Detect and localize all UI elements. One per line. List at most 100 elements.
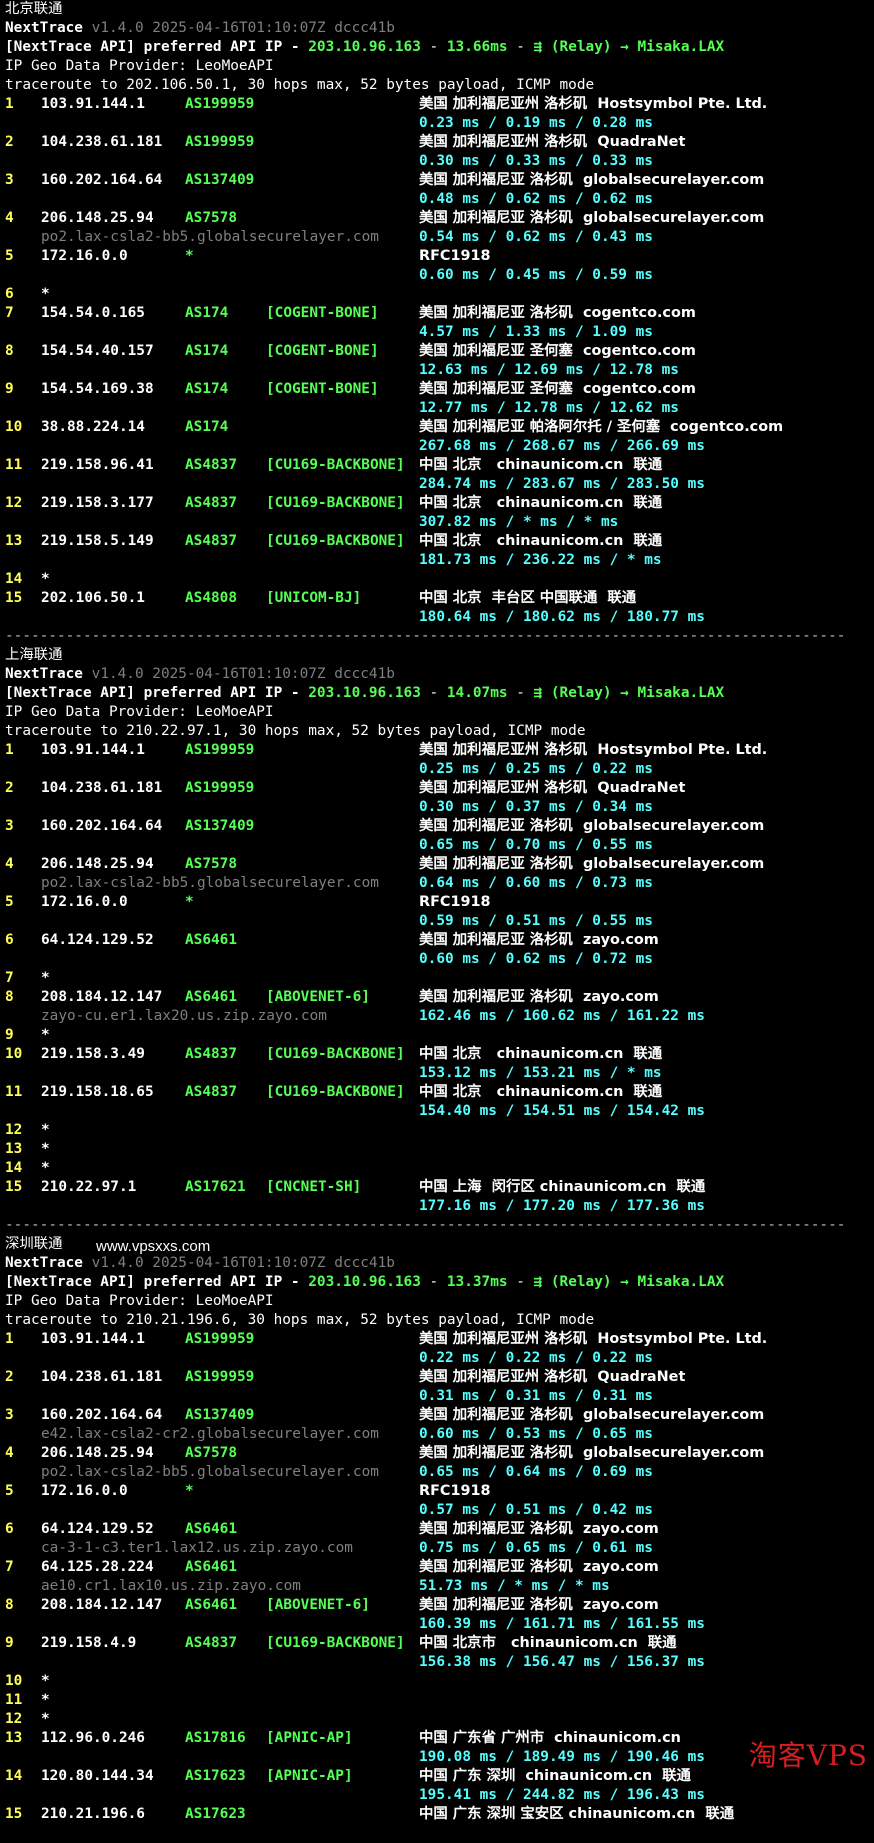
hop-number: 4	[5, 856, 14, 872]
traceroute-line: traceroute to 210.22.97.1, 30 hops max, …	[5, 722, 874, 741]
app-version: v1.4.0 2025-04-16T01:10:07Z dccc41b	[91, 1255, 395, 1271]
hop-row: 2 104.238.61.181 AS199959 美国 加利福尼亚州 洛杉矶 Qua…	[5, 133, 874, 152]
hop-number: 14	[5, 571, 23, 587]
hop-number: 7	[5, 970, 14, 986]
hop-detail-row: 0.48 ms / 0.62 ms / 0.62 ms	[5, 190, 874, 209]
hop-tag: [CU169-BACKBONE]	[266, 1084, 405, 1100]
hop-timeout: *	[41, 1673, 50, 1689]
hop-rtt: 180.64 ms / 180.62 ms / 180.77 ms	[419, 609, 705, 625]
hop-ip: 160.202.164.64	[41, 172, 163, 188]
api-prefix: [NextTrace API] preferred API IP -	[5, 685, 309, 701]
hop-number: 6	[5, 286, 14, 302]
hop-geo: 中国 北京 chinaunicom.cn 联通	[419, 533, 663, 549]
hop-tag: [UNICOM-BJ]	[266, 590, 362, 606]
hop-number: 3	[5, 818, 14, 834]
api-latency: 13.66ms	[446, 39, 508, 55]
hop-number: 4	[5, 210, 14, 226]
hop-asn: *	[185, 894, 194, 910]
hop-ip: 206.148.25.94	[41, 1445, 154, 1461]
hop-ip: 64.125.28.224	[41, 1559, 154, 1575]
hop-geo: 美国 加利福尼亚州 洛杉矶 QuadraNet	[419, 1369, 686, 1385]
hop-number: 9	[5, 1635, 14, 1651]
hop-ip: 154.54.0.165	[41, 305, 145, 321]
app-version-line: NextTrace v1.4.0 2025-04-16T01:10:07Z dc…	[5, 1254, 874, 1273]
hop-ip: 103.91.144.1	[41, 1331, 145, 1347]
logo-watermark: 淘客VPS	[748, 1739, 868, 1772]
hop-row: 14 *	[5, 1159, 874, 1178]
app-name: NextTrace	[5, 1255, 83, 1271]
hop-ip: 160.202.164.64	[41, 818, 163, 834]
hop-rtt: 0.65 ms / 0.70 ms / 0.55 ms	[419, 837, 653, 853]
traceroute-command: traceroute to 210.21.196.6, 30 hops max,…	[5, 1312, 595, 1328]
geo-provider: IP Geo Data Provider: LeoMoeAPI	[5, 704, 274, 720]
hop-row: 5 172.16.0.0 * RFC1918	[5, 1482, 874, 1501]
app-version: v1.4.0 2025-04-16T01:10:07Z dccc41b	[91, 666, 395, 682]
hop-rtt: 4.57 ms / 1.33 ms / 1.09 ms	[419, 324, 653, 340]
hop-asn: AS6461	[185, 1597, 237, 1613]
hop-number: 8	[5, 1597, 14, 1613]
hop-row: 1 103.91.144.1 AS199959 美国 加利福尼亚州 洛杉矶 Hosts…	[5, 741, 874, 760]
hop-rtt: 190.08 ms / 189.49 ms / 190.46 ms	[419, 1749, 705, 1765]
hop-row: 10 219.158.3.49 AS4837 [CU169-BACKBONE] 中国 北…	[5, 1045, 874, 1064]
hop-geo: 中国 北京 chinaunicom.cn 联通	[419, 495, 663, 511]
hop-geo: 美国 加利福尼亚 圣何塞 cogentco.com	[419, 381, 696, 397]
hop-row: 8 154.54.40.157 AS174 [COGENT-BONE] 美国 加利福尼亚…	[5, 342, 874, 361]
app-name: NextTrace	[5, 20, 83, 36]
hop-detail-row: 154.40 ms / 154.51 ms / 154.42 ms	[5, 1102, 874, 1121]
site-watermark: www.vpsxxs.com	[96, 1238, 211, 1255]
section-title: 上海联通	[5, 647, 63, 663]
hop-number: 5	[5, 248, 14, 264]
api-line: [NextTrace API] preferred API IP - 203.1…	[5, 684, 874, 703]
hop-number: 11	[5, 1084, 23, 1100]
hop-rdns: ae10.cr1.lax10.us.zip.zayo.com	[41, 1578, 301, 1594]
hop-rtt: 154.40 ms / 154.51 ms / 154.42 ms	[419, 1103, 705, 1119]
hop-number: 2	[5, 780, 14, 796]
hop-ip: 104.238.61.181	[41, 134, 163, 150]
hop-ip: 219.158.3.177	[41, 495, 154, 511]
hop-timeout: *	[41, 1692, 50, 1708]
hop-row: 9 *	[5, 1026, 874, 1045]
hop-rtt: 0.60 ms / 0.62 ms / 0.72 ms	[419, 951, 653, 967]
hop-detail-row: 153.12 ms / 153.21 ms / * ms	[5, 1064, 874, 1083]
hop-ip: 103.91.144.1	[41, 742, 145, 758]
hop-asn: AS17816	[185, 1730, 246, 1746]
hop-number: 12	[5, 495, 23, 511]
hop-number: 10	[5, 419, 23, 435]
hop-number: 14	[5, 1160, 23, 1176]
hop-timeout: *	[41, 1711, 50, 1727]
hop-rtt: 0.57 ms / 0.51 ms / 0.42 ms	[419, 1502, 653, 1518]
api-ip: 203.10.96.163	[308, 1274, 421, 1290]
traceroute-command: traceroute to 210.22.97.1, 30 hops max, …	[5, 723, 586, 739]
hop-detail-row: 0.30 ms / 0.33 ms / 0.33 ms	[5, 152, 874, 171]
hop-tag: [CU169-BACKBONE]	[266, 533, 405, 549]
hop-rtt: 267.68 ms / 268.67 ms / 266.69 ms	[419, 438, 705, 454]
api-latency: 14.07ms	[446, 685, 508, 701]
hop-detail-row: e42.lax-csla2-cr2.globalsecurelayer.com 0…	[5, 1425, 874, 1444]
hop-rtt: 0.48 ms / 0.62 ms / 0.62 ms	[419, 191, 653, 207]
hop-row: 6 64.124.129.52 AS6461 美国 加利福尼亚 洛杉矶 zayo.co…	[5, 1520, 874, 1539]
hop-rtt: 156.38 ms / 156.47 ms / 156.37 ms	[419, 1654, 705, 1670]
hop-row: 13 219.158.5.149 AS4837 [CU169-BACKBONE] 中国 …	[5, 532, 874, 551]
hop-row: 9 154.54.169.38 AS174 [COGENT-BONE] 美国 加利福尼亚…	[5, 380, 874, 399]
hop-detail-row: 0.22 ms / 0.22 ms / 0.22 ms	[5, 1349, 874, 1368]
hop-detail-row: po2.lax-csla2-bb5.globalsecurelayer.com 0…	[5, 874, 874, 893]
hop-asn: AS7578	[185, 210, 237, 226]
hop-geo: 美国 加利福尼亚 洛杉矶 globalsecurelayer.com	[419, 172, 765, 188]
hop-detail-row: 0.57 ms / 0.51 ms / 0.42 ms	[5, 1501, 874, 1520]
hop-asn: AS4837	[185, 495, 237, 511]
api-ip: 203.10.96.163	[308, 39, 421, 55]
hop-detail-row: 284.74 ms / 283.67 ms / 283.50 ms	[5, 475, 874, 494]
hop-asn: AS199959	[185, 780, 255, 796]
hop-geo: RFC1918	[419, 894, 491, 910]
hop-asn: AS199959	[185, 134, 255, 150]
hop-asn: AS4837	[185, 1046, 237, 1062]
hop-detail-row: 0.59 ms / 0.51 ms / 0.55 ms	[5, 912, 874, 931]
hop-asn: AS6461	[185, 1521, 237, 1537]
relay-info: ⇶ (Relay) → Misaka.LAX	[533, 39, 725, 55]
geo-provider-line: IP Geo Data Provider: LeoMoeAPI	[5, 57, 874, 76]
hop-asn: AS199959	[185, 1369, 255, 1385]
trace-section: 深圳联通 NextTrace v1.4.0 2025-04-16T01:10:07…	[5, 1235, 874, 1843]
hop-ip: 64.124.129.52	[41, 932, 154, 948]
hop-row: 15 202.106.50.1 AS4808 [UNICOM-BJ] 中国 北京 丰台区…	[5, 589, 874, 608]
hop-ip: 64.124.129.52	[41, 1521, 154, 1537]
